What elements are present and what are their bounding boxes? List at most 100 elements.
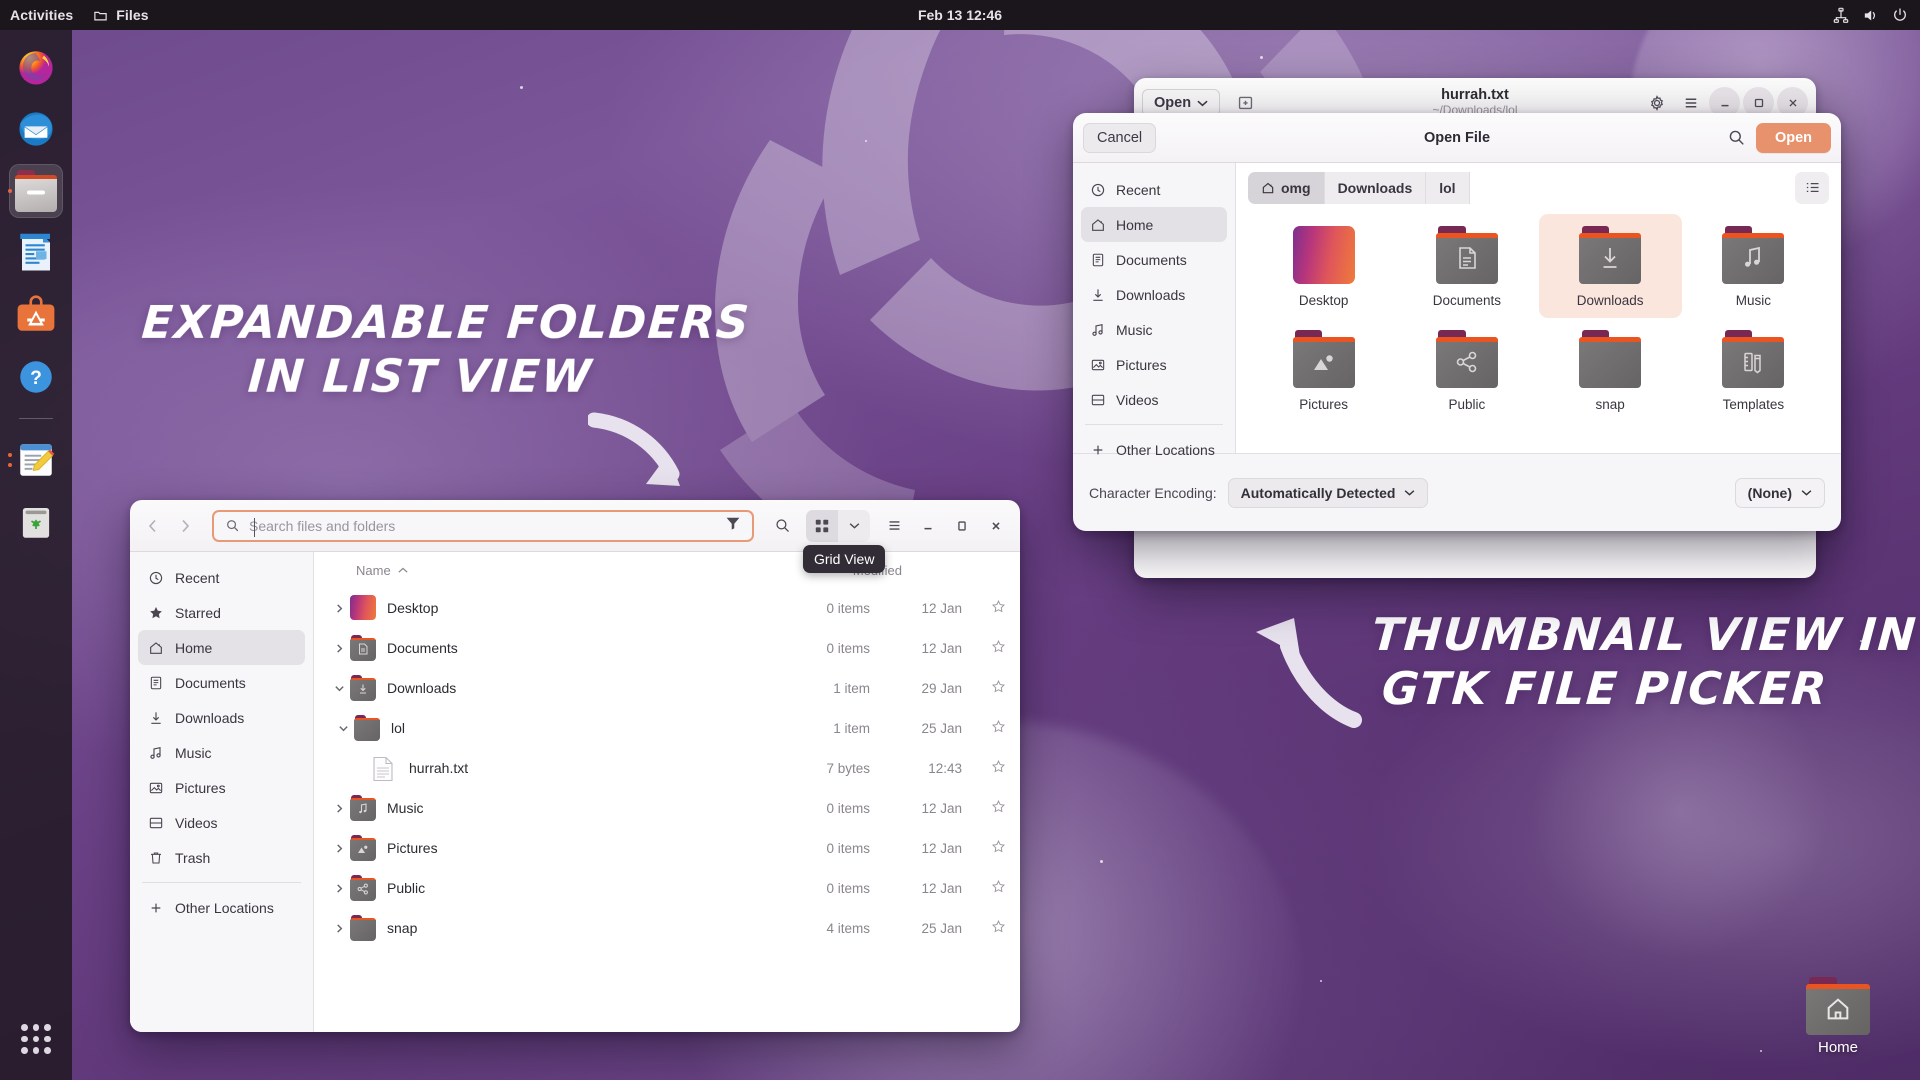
back-button[interactable] bbox=[138, 511, 168, 541]
fc-sidebar-item-documents[interactable]: Documents bbox=[1081, 242, 1227, 277]
sidebar-item-documents[interactable]: Documents bbox=[138, 665, 305, 700]
breadcrumb-item-downloads[interactable]: Downloads bbox=[1324, 171, 1427, 204]
maximize-button[interactable] bbox=[946, 510, 978, 542]
encoding-label: Character Encoding: bbox=[1089, 484, 1217, 501]
clock-icon bbox=[1091, 183, 1105, 196]
star-outline-icon[interactable] bbox=[962, 679, 1006, 697]
fc-sidebar-item-pictures[interactable]: Pictures bbox=[1081, 347, 1227, 382]
dock-item-firefox[interactable] bbox=[9, 40, 63, 94]
star-outline-icon[interactable] bbox=[962, 639, 1006, 657]
view-mode-button[interactable] bbox=[1795, 171, 1829, 204]
system-tray[interactable] bbox=[1833, 7, 1908, 24]
star-outline-icon[interactable] bbox=[962, 879, 1006, 897]
sidebar-item-home[interactable]: Home bbox=[138, 630, 305, 665]
table-row[interactable]: hurrah.txt 7 bytes 12:43 bbox=[314, 748, 1020, 788]
twisty-collapsed-icon[interactable] bbox=[328, 603, 350, 614]
encoding-combo[interactable]: Automatically Detected bbox=[1227, 477, 1429, 508]
main-menu-button[interactable] bbox=[878, 510, 910, 542]
fc-sidebar-item-other-locations[interactable]: Other Locations bbox=[1081, 432, 1227, 467]
file-cell-templates[interactable]: Templates bbox=[1682, 318, 1825, 422]
row-name: Public bbox=[387, 880, 426, 896]
sidebar-item-music[interactable]: Music bbox=[138, 735, 305, 770]
sidebar-item-pictures[interactable]: Pictures bbox=[138, 770, 305, 805]
minimize-button[interactable] bbox=[912, 510, 944, 542]
search-icon[interactable] bbox=[1727, 128, 1746, 147]
sidebar-item-other-locations[interactable]: Other Locations bbox=[138, 890, 305, 925]
breadcrumb-item-lol[interactable]: lol bbox=[1426, 171, 1470, 204]
search-toggle-button[interactable] bbox=[766, 510, 798, 542]
sidebar-item-recent[interactable]: Recent bbox=[138, 560, 305, 595]
filter-button[interactable] bbox=[725, 515, 741, 536]
sidebar-item-downloads[interactable]: Downloads bbox=[138, 700, 305, 735]
dock-item-ubuntu-software[interactable] bbox=[9, 288, 63, 342]
nautilus-window: Search files and folders Recent Starred … bbox=[130, 500, 1020, 1032]
twisty-collapsed-icon[interactable] bbox=[328, 803, 350, 814]
fc-sidebar-label: Music bbox=[1116, 321, 1153, 338]
download-icon bbox=[1093, 288, 1103, 301]
twisty-collapsed-icon[interactable] bbox=[328, 643, 350, 654]
table-row[interactable]: Music 0 items 12 Jan bbox=[314, 788, 1020, 828]
view-switcher bbox=[806, 509, 870, 542]
file-cell-documents[interactable]: Documents bbox=[1395, 214, 1538, 318]
table-row[interactable]: Desktop 0 items 12 Jan bbox=[314, 588, 1020, 628]
column-header-name[interactable]: Name bbox=[328, 563, 628, 578]
star-outline-icon[interactable] bbox=[962, 799, 1006, 817]
twisty-expanded-icon[interactable] bbox=[332, 723, 354, 734]
star-outline-icon[interactable] bbox=[962, 919, 1006, 937]
twisty-collapsed-icon[interactable] bbox=[328, 923, 350, 934]
open-button[interactable]: Open bbox=[1755, 122, 1831, 153]
search-input[interactable]: Search files and folders bbox=[212, 509, 754, 542]
row-name: lol bbox=[391, 720, 406, 736]
star-outline-icon[interactable] bbox=[962, 839, 1006, 857]
cancel-button[interactable]: Cancel bbox=[1083, 122, 1157, 153]
fc-sidebar-item-music[interactable]: Music bbox=[1081, 312, 1227, 347]
annotation-left-line1: Expandable Folders bbox=[140, 296, 752, 349]
dock-item-files[interactable] bbox=[8, 164, 63, 218]
star-outline-icon[interactable] bbox=[962, 719, 1006, 737]
breadcrumb-item-omg[interactable]: omg bbox=[1248, 171, 1325, 204]
twisty-collapsed-icon[interactable] bbox=[328, 883, 350, 894]
view-menu-button[interactable] bbox=[838, 510, 870, 542]
table-row[interactable]: Public 0 items 12 Jan bbox=[314, 868, 1020, 908]
grid-view-button[interactable] bbox=[806, 509, 838, 542]
table-row[interactable]: Documents 0 items 12 Jan bbox=[314, 628, 1020, 668]
clock[interactable]: Feb 13 12:46 bbox=[0, 7, 1920, 23]
twisty-collapsed-icon[interactable] bbox=[328, 843, 350, 854]
desktop-home-icon[interactable]: Home bbox=[1792, 977, 1884, 1056]
table-row[interactable]: Downloads 1 item 29 Jan bbox=[314, 668, 1020, 708]
dock-item-text-editor[interactable] bbox=[8, 433, 63, 487]
file-cell-pictures[interactable]: Pictures bbox=[1252, 318, 1395, 422]
table-row[interactable]: snap 4 items 25 Jan bbox=[314, 908, 1020, 948]
sidebar-item-videos[interactable]: Videos bbox=[138, 805, 305, 840]
fc-sidebar-item-recent[interactable]: Recent bbox=[1081, 172, 1227, 207]
fc-sidebar-item-downloads[interactable]: Downloads bbox=[1081, 277, 1227, 312]
forward-button[interactable] bbox=[170, 511, 200, 541]
table-row[interactable]: Pictures 0 items 12 Jan bbox=[314, 828, 1020, 868]
close-button[interactable] bbox=[980, 510, 1012, 542]
show-applications-button[interactable] bbox=[9, 1012, 63, 1066]
sidebar-item-trash[interactable]: Trash bbox=[138, 840, 305, 875]
dock-item-thunderbird[interactable] bbox=[9, 102, 63, 156]
fc-sidebar-item-videos[interactable]: Videos bbox=[1081, 382, 1227, 417]
twisty-expanded-icon[interactable] bbox=[328, 683, 350, 694]
sidebar-item-starred[interactable]: Starred bbox=[138, 595, 305, 630]
nautilus-headerbar: Search files and folders bbox=[130, 500, 1020, 552]
dock-item-trash[interactable] bbox=[9, 495, 63, 549]
file-cell-desktop[interactable]: Desktop bbox=[1252, 214, 1395, 318]
dock-item-libreoffice-writer[interactable] bbox=[9, 226, 63, 280]
libreoffice-writer-icon bbox=[20, 233, 50, 271]
fc-sidebar-item-home[interactable]: Home bbox=[1081, 207, 1227, 242]
file-cell-public[interactable]: Public bbox=[1395, 318, 1538, 422]
star-outline-icon[interactable] bbox=[962, 759, 1006, 777]
row-size: 0 items bbox=[826, 640, 870, 656]
dock-item-help[interactable]: ? bbox=[9, 350, 63, 404]
table-row[interactable]: lol 1 item 25 Jan bbox=[314, 708, 1020, 748]
file-chooser-title: Open File bbox=[1423, 129, 1491, 146]
file-cell-music[interactable]: Music bbox=[1682, 214, 1825, 318]
line-ending-combo[interactable]: (None) bbox=[1734, 477, 1825, 508]
file-cell-snap[interactable]: snap bbox=[1539, 318, 1682, 422]
list-view-icon bbox=[1806, 182, 1819, 193]
desktop-wallpaper-icon bbox=[350, 595, 376, 621]
file-cell-downloads[interactable]: Downloads bbox=[1538, 214, 1682, 318]
star-outline-icon[interactable] bbox=[962, 599, 1006, 617]
